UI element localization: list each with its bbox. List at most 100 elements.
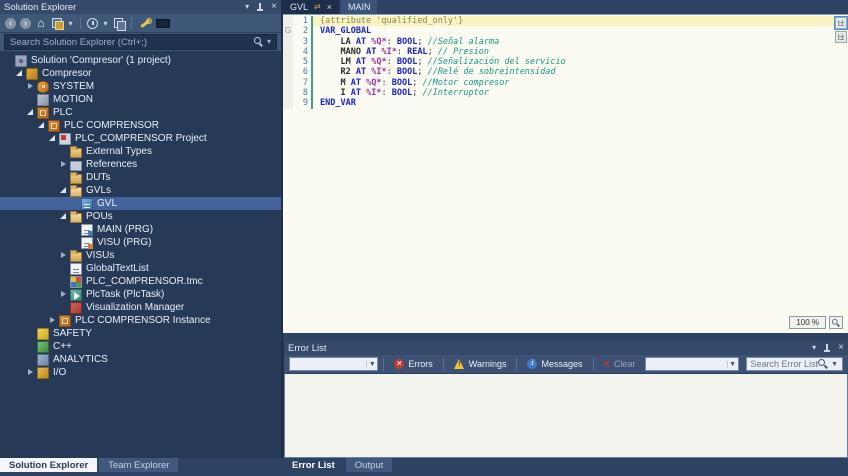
expand-arrow-icon[interactable] xyxy=(26,368,35,377)
tree-item-main-prg[interactable]: MAIN (PRG) xyxy=(0,223,281,236)
breakpoint-margin[interactable] xyxy=(283,37,293,47)
collapse-arrow-icon[interactable] xyxy=(37,121,46,130)
search-input[interactable]: Search Solution Explorer (Ctrl+;) ▾ xyxy=(4,34,277,50)
collapse-arrow-icon[interactable] xyxy=(48,134,57,143)
combo-caret-icon[interactable]: ▼ xyxy=(366,361,377,368)
code-line-2[interactable]: G2VAR_GLOBAL xyxy=(283,26,848,36)
breakpoint-margin[interactable] xyxy=(283,98,293,108)
code-line-5[interactable]: 5 LM AT %Q*: BOOL; //Señalización del se… xyxy=(283,57,848,67)
tree-item-solution-compresor-1-project[interactable]: Solution 'Compresor' (1 project) xyxy=(0,54,281,67)
tree-item-motion[interactable]: MOTION xyxy=(0,93,281,106)
dark-icon[interactable] xyxy=(156,19,170,28)
tree-item-plc-comprensor-project[interactable]: PLC_COMPRENSOR Project xyxy=(0,132,281,145)
bottom-tab-output[interactable]: Output xyxy=(346,458,393,472)
errors-button[interactable]: ×Errors xyxy=(389,356,438,372)
tree-item-visu-prg[interactable]: VISU (PRG) xyxy=(0,236,281,249)
code-line-6[interactable]: 6 R2 AT %I*: BOOL; //Relé de sobreintens… xyxy=(283,67,848,77)
nav-back-icon[interactable]: ‹ xyxy=(5,18,16,29)
document-tab-main[interactable]: MAIN xyxy=(341,0,378,14)
document-tab-gvl[interactable]: GVL⇄× xyxy=(283,0,339,14)
breakpoint-margin[interactable] xyxy=(283,78,293,88)
code-line-9[interactable]: 9END_VAR xyxy=(283,98,848,108)
collapse-arrow-icon[interactable] xyxy=(59,212,68,221)
collapse-arrow-icon[interactable] xyxy=(59,186,68,195)
search-icon[interactable] xyxy=(254,37,264,47)
code-line-3[interactable]: 3 LA AT %Q*: BOOL; //Señal alarma xyxy=(283,37,848,47)
tree-item-analytics[interactable]: ANALYTICS xyxy=(0,353,281,366)
tree-item-plc-comprensor[interactable]: PLC COMPRENSOR xyxy=(0,119,281,132)
tabular-view-icon[interactable] xyxy=(835,31,847,43)
tree-item-plc[interactable]: PLC xyxy=(0,106,281,119)
zoom-magnifier-icon[interactable] xyxy=(829,316,843,329)
breakpoint-margin[interactable] xyxy=(283,47,293,57)
expand-arrow-icon[interactable] xyxy=(59,160,68,169)
error-scope-combobox[interactable]: ▼ xyxy=(645,357,738,371)
gvl-editor-surface[interactable]: 1{attribute 'qualified_only'}G2VAR_GLOBA… xyxy=(283,14,848,333)
tree-item-external-types[interactable]: External Types xyxy=(0,145,281,158)
collapse-arrow-icon[interactable] xyxy=(26,108,35,117)
code-line-7[interactable]: 7 M AT %Q*: BOOL; //Motor compresor xyxy=(283,78,848,88)
breakpoint-margin[interactable] xyxy=(283,16,293,26)
tree-item-gvl[interactable]: GVL xyxy=(0,197,281,210)
combo-caret-icon[interactable]: ▼ xyxy=(727,361,738,368)
tree-item-references[interactable]: References xyxy=(0,158,281,171)
error-list-content[interactable] xyxy=(284,374,848,458)
tree-item-system[interactable]: SYSTEM xyxy=(0,80,281,93)
code-line-4[interactable]: 4 MANO AT %I*: REAL; // Presion xyxy=(283,47,848,57)
error-list-search-input[interactable]: Search Error List ▼ xyxy=(746,357,843,371)
tree-item-compresor[interactable]: Compresor xyxy=(0,67,281,80)
search-options-caret-icon[interactable]: ▼ xyxy=(831,361,838,368)
code-line-1[interactable]: 1{attribute 'qualified_only'} xyxy=(283,16,848,26)
messages-button[interactable]: iMessages xyxy=(522,356,587,372)
docs-icon[interactable] xyxy=(113,17,125,29)
tree-item-safety[interactable]: SAFETY xyxy=(0,327,281,340)
tree-item-c[interactable]: C++ xyxy=(0,340,281,353)
zoom-level[interactable]: 100 % xyxy=(789,316,826,329)
breakpoint-margin[interactable]: G xyxy=(283,26,293,36)
breakpoint-margin[interactable] xyxy=(283,57,293,67)
expand-arrow-icon[interactable] xyxy=(48,316,57,325)
collapse-all-icon[interactable] xyxy=(51,17,63,29)
expand-arrow-icon[interactable] xyxy=(59,251,68,260)
window-position-menu-icon[interactable]: ▾ xyxy=(812,344,816,352)
tree-item-pous[interactable]: POUs xyxy=(0,210,281,223)
wrench-icon[interactable] xyxy=(138,17,152,30)
history-icon[interactable] xyxy=(87,18,98,29)
clear-button[interactable]: ×Clear xyxy=(599,356,641,372)
tree-item-visualization-manager[interactable]: Visualization Manager xyxy=(0,301,281,314)
error-filter-combobox[interactable]: ▼ xyxy=(289,357,378,371)
auto-hide-pin-icon[interactable] xyxy=(256,3,264,12)
breakpoint-margin[interactable] xyxy=(283,67,293,77)
warnings-button[interactable]: Warnings xyxy=(449,356,512,372)
auto-hide-pin-icon[interactable] xyxy=(823,344,831,353)
tree-item-plc-comprensor-tmc[interactable]: PLC_COMPRENSOR.tmc xyxy=(0,275,281,288)
tab-close-icon[interactable]: × xyxy=(327,3,332,12)
bottom-tab-error-list[interactable]: Error List xyxy=(283,458,344,472)
code-line-8[interactable]: 8 I AT %I*: BOOL; //Interruptor xyxy=(283,88,848,98)
tab-pin-icon[interactable]: ⇄ xyxy=(314,3,321,11)
caret-icon[interactable]: ▾ xyxy=(67,19,74,28)
close-icon[interactable]: × xyxy=(838,343,844,353)
textual-view-icon[interactable] xyxy=(835,17,847,29)
expand-arrow-icon[interactable] xyxy=(59,290,68,299)
expand-arrow-icon[interactable] xyxy=(26,82,35,91)
tree-item-duts[interactable]: DUTs xyxy=(0,171,281,184)
tree-item-i-o[interactable]: I/O xyxy=(0,366,281,379)
nav-forward-icon[interactable]: › xyxy=(20,18,31,29)
caret-icon[interactable]: ▾ xyxy=(102,19,109,28)
breakpoint-margin[interactable] xyxy=(283,88,293,98)
home-icon[interactable]: ⌂ xyxy=(35,17,47,29)
tree-item-plc-comprensor-instance[interactable]: PLC COMPRENSOR Instance xyxy=(0,314,281,327)
search-icon[interactable] xyxy=(818,359,828,369)
tree-item-plctask-plctask[interactable]: PlcTask (PlcTask) xyxy=(0,288,281,301)
bottom-tab-team-explorer[interactable]: Team Explorer xyxy=(99,458,178,472)
error-list-panel: Error List ▾ × ▼ ×ErrorsWarningsiMessage… xyxy=(283,341,848,458)
tree-item-gvls[interactable]: GVLs xyxy=(0,184,281,197)
tree-item-visus[interactable]: VISUs xyxy=(0,249,281,262)
collapse-arrow-icon[interactable] xyxy=(15,69,24,78)
close-icon[interactable]: × xyxy=(271,2,277,12)
bottom-tab-solution-explorer[interactable]: Solution Explorer xyxy=(0,458,97,472)
tree-item-globaltextlist[interactable]: GlobalTextList xyxy=(0,262,281,275)
search-options-caret-icon[interactable]: ▾ xyxy=(267,38,271,46)
window-position-menu-icon[interactable]: ▾ xyxy=(245,3,249,11)
